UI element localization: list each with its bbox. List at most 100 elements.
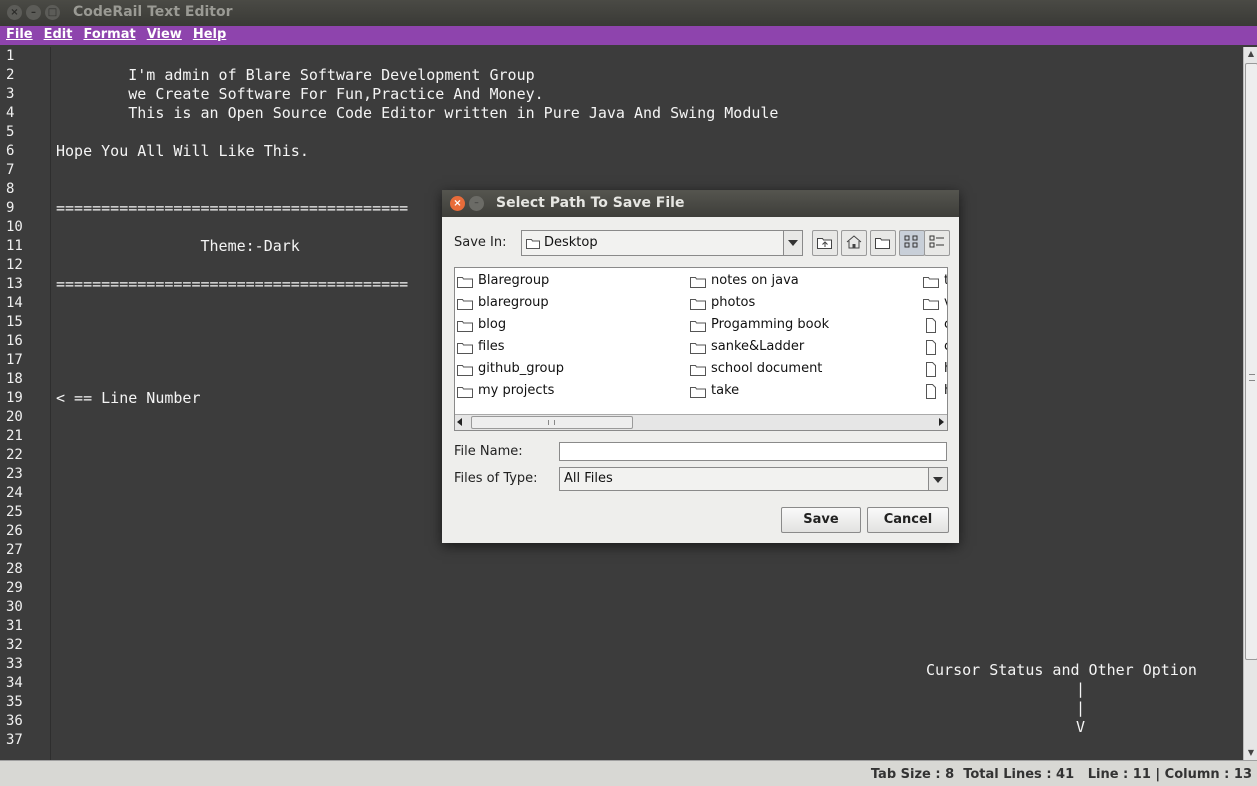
scroll-up-icon[interactable]: ▲ [1244,47,1257,61]
line-number: 25 [6,504,23,520]
editor-line[interactable] [56,47,778,66]
file-list-item-label: photos [711,295,756,310]
folder-icon [457,364,473,376]
line-number: 27 [6,542,23,558]
minimize-window-icon[interactable]: – [26,5,41,20]
menu-view[interactable]: View [147,26,182,45]
up-one-level-button[interactable] [812,230,838,256]
file-list-item-label: notes on java [711,273,799,288]
editor-line[interactable] [56,161,778,180]
line-number: 3 [6,86,15,102]
line-number: 31 [6,618,23,634]
file-list-item[interactable]: c [923,336,947,358]
hscroll-thumb[interactable] [471,416,633,429]
line-number: 2 [6,67,15,83]
line-number: 29 [6,580,23,596]
file-list-item-label: v [944,292,947,314]
folder-icon [457,320,473,332]
vertical-scrollbar[interactable]: ▲ ▼ [1243,47,1257,760]
editor-line[interactable]: This is an Open Source Code Editor writt… [56,104,778,123]
file-list-item[interactable]: v [923,292,947,314]
maximize-window-icon[interactable]: □ [45,5,60,20]
file-list-item[interactable]: blaregroup [457,292,564,314]
file-list-item[interactable]: blog [457,314,564,336]
file-list-item[interactable]: t [923,270,947,292]
line-number: 13 [6,276,23,292]
line-number: 6 [6,143,15,159]
file-list-item[interactable]: h [923,358,947,380]
horizontal-scrollbar[interactable] [455,414,947,430]
save-in-value: Desktop [544,235,598,250]
dialog-close-icon[interactable]: × [450,196,465,211]
home-button[interactable] [841,230,867,256]
file-list-item[interactable]: school document [690,358,829,380]
file-list-item[interactable]: photos [690,292,829,314]
file-list-item[interactable]: h [923,380,947,402]
close-window-icon[interactable]: × [7,5,22,20]
file-icon [926,383,936,399]
file-list-item[interactable]: sanke&Ladder [690,336,829,358]
dialog-minimize-icon[interactable]: – [469,196,484,211]
chevron-down-icon[interactable] [783,231,802,255]
files-of-type-combo[interactable]: All Files [559,467,948,491]
menu-bar: File Edit Format View Help [0,26,1257,45]
save-in-label: Save In: [454,235,507,250]
file-list[interactable]: Blaregroup blaregroup blog files github_grou… [454,267,948,431]
file-list-item-label: h [944,358,947,380]
file-list-item[interactable]: files [457,336,564,358]
file-list-item[interactable]: take [690,380,829,402]
file-name-input[interactable] [559,442,947,461]
menu-edit[interactable]: Edit [44,26,73,45]
save-button[interactable]: Save [781,507,861,533]
line-number: 11 [6,238,23,254]
file-icon [926,339,936,355]
file-list-item-label: h [944,380,947,402]
folder-icon [690,298,706,310]
menu-format[interactable]: Format [83,26,135,45]
file-list-item[interactable]: notes on java [690,270,829,292]
cancel-button[interactable]: Cancel [867,507,949,533]
line-number: 23 [6,466,23,482]
scroll-down-icon[interactable]: ▼ [1244,746,1257,760]
editor-line[interactable]: I'm admin of Blare Software Development … [56,66,778,85]
line-number: 36 [6,713,23,729]
save-file-dialog: × – Select Path To Save File Save In: De… [442,190,959,543]
editor-line[interactable]: we Create Software For Fun,Practice And … [56,85,778,104]
line-number: 37 [6,732,23,748]
file-name-label: File Name: [454,444,523,459]
folder-icon [690,386,706,398]
file-list-item[interactable]: my projects [457,380,564,402]
file-list-item[interactable]: github_group [457,358,564,380]
details-view-button[interactable] [924,230,950,256]
file-list-item-label: Progamming book [711,317,830,332]
file-list-item[interactable]: Progamming book [690,314,829,336]
editor-line[interactable] [56,123,778,142]
line-number: 1 [6,48,15,64]
line-number: 21 [6,428,23,444]
scroll-left-icon[interactable] [457,418,462,426]
cursor-status: Tab Size : 8 Total Lines : 41 Line : 11 … [870,767,1252,782]
menu-help[interactable]: Help [193,26,226,45]
line-number: 34 [6,675,23,691]
file-list-item[interactable]: c [923,314,947,336]
editor-annotation-line: | [1076,680,1086,698]
scroll-right-icon[interactable] [939,418,944,426]
menu-file[interactable]: File [6,26,33,45]
list-view-icon [904,235,918,248]
file-list-item[interactable]: Blaregroup [457,270,564,292]
list-view-button[interactable] [899,230,925,256]
scrollbar-thumb[interactable] [1245,63,1257,660]
folder-icon [457,386,473,398]
chevron-down-icon[interactable] [928,468,947,490]
line-number: 32 [6,637,23,653]
details-view-icon [929,235,944,248]
folder-icon [457,342,473,354]
new-folder-button[interactable] [870,230,896,256]
line-number: 24 [6,485,23,501]
files-of-type-label: Files of Type: [454,471,538,486]
file-list-item-label: blog [478,317,507,332]
editor-annotation-line: | [1076,699,1086,717]
editor-line[interactable]: Hope You All Will Like This. [56,142,778,161]
save-in-combo[interactable]: Desktop [521,230,803,256]
line-number: 28 [6,561,23,577]
